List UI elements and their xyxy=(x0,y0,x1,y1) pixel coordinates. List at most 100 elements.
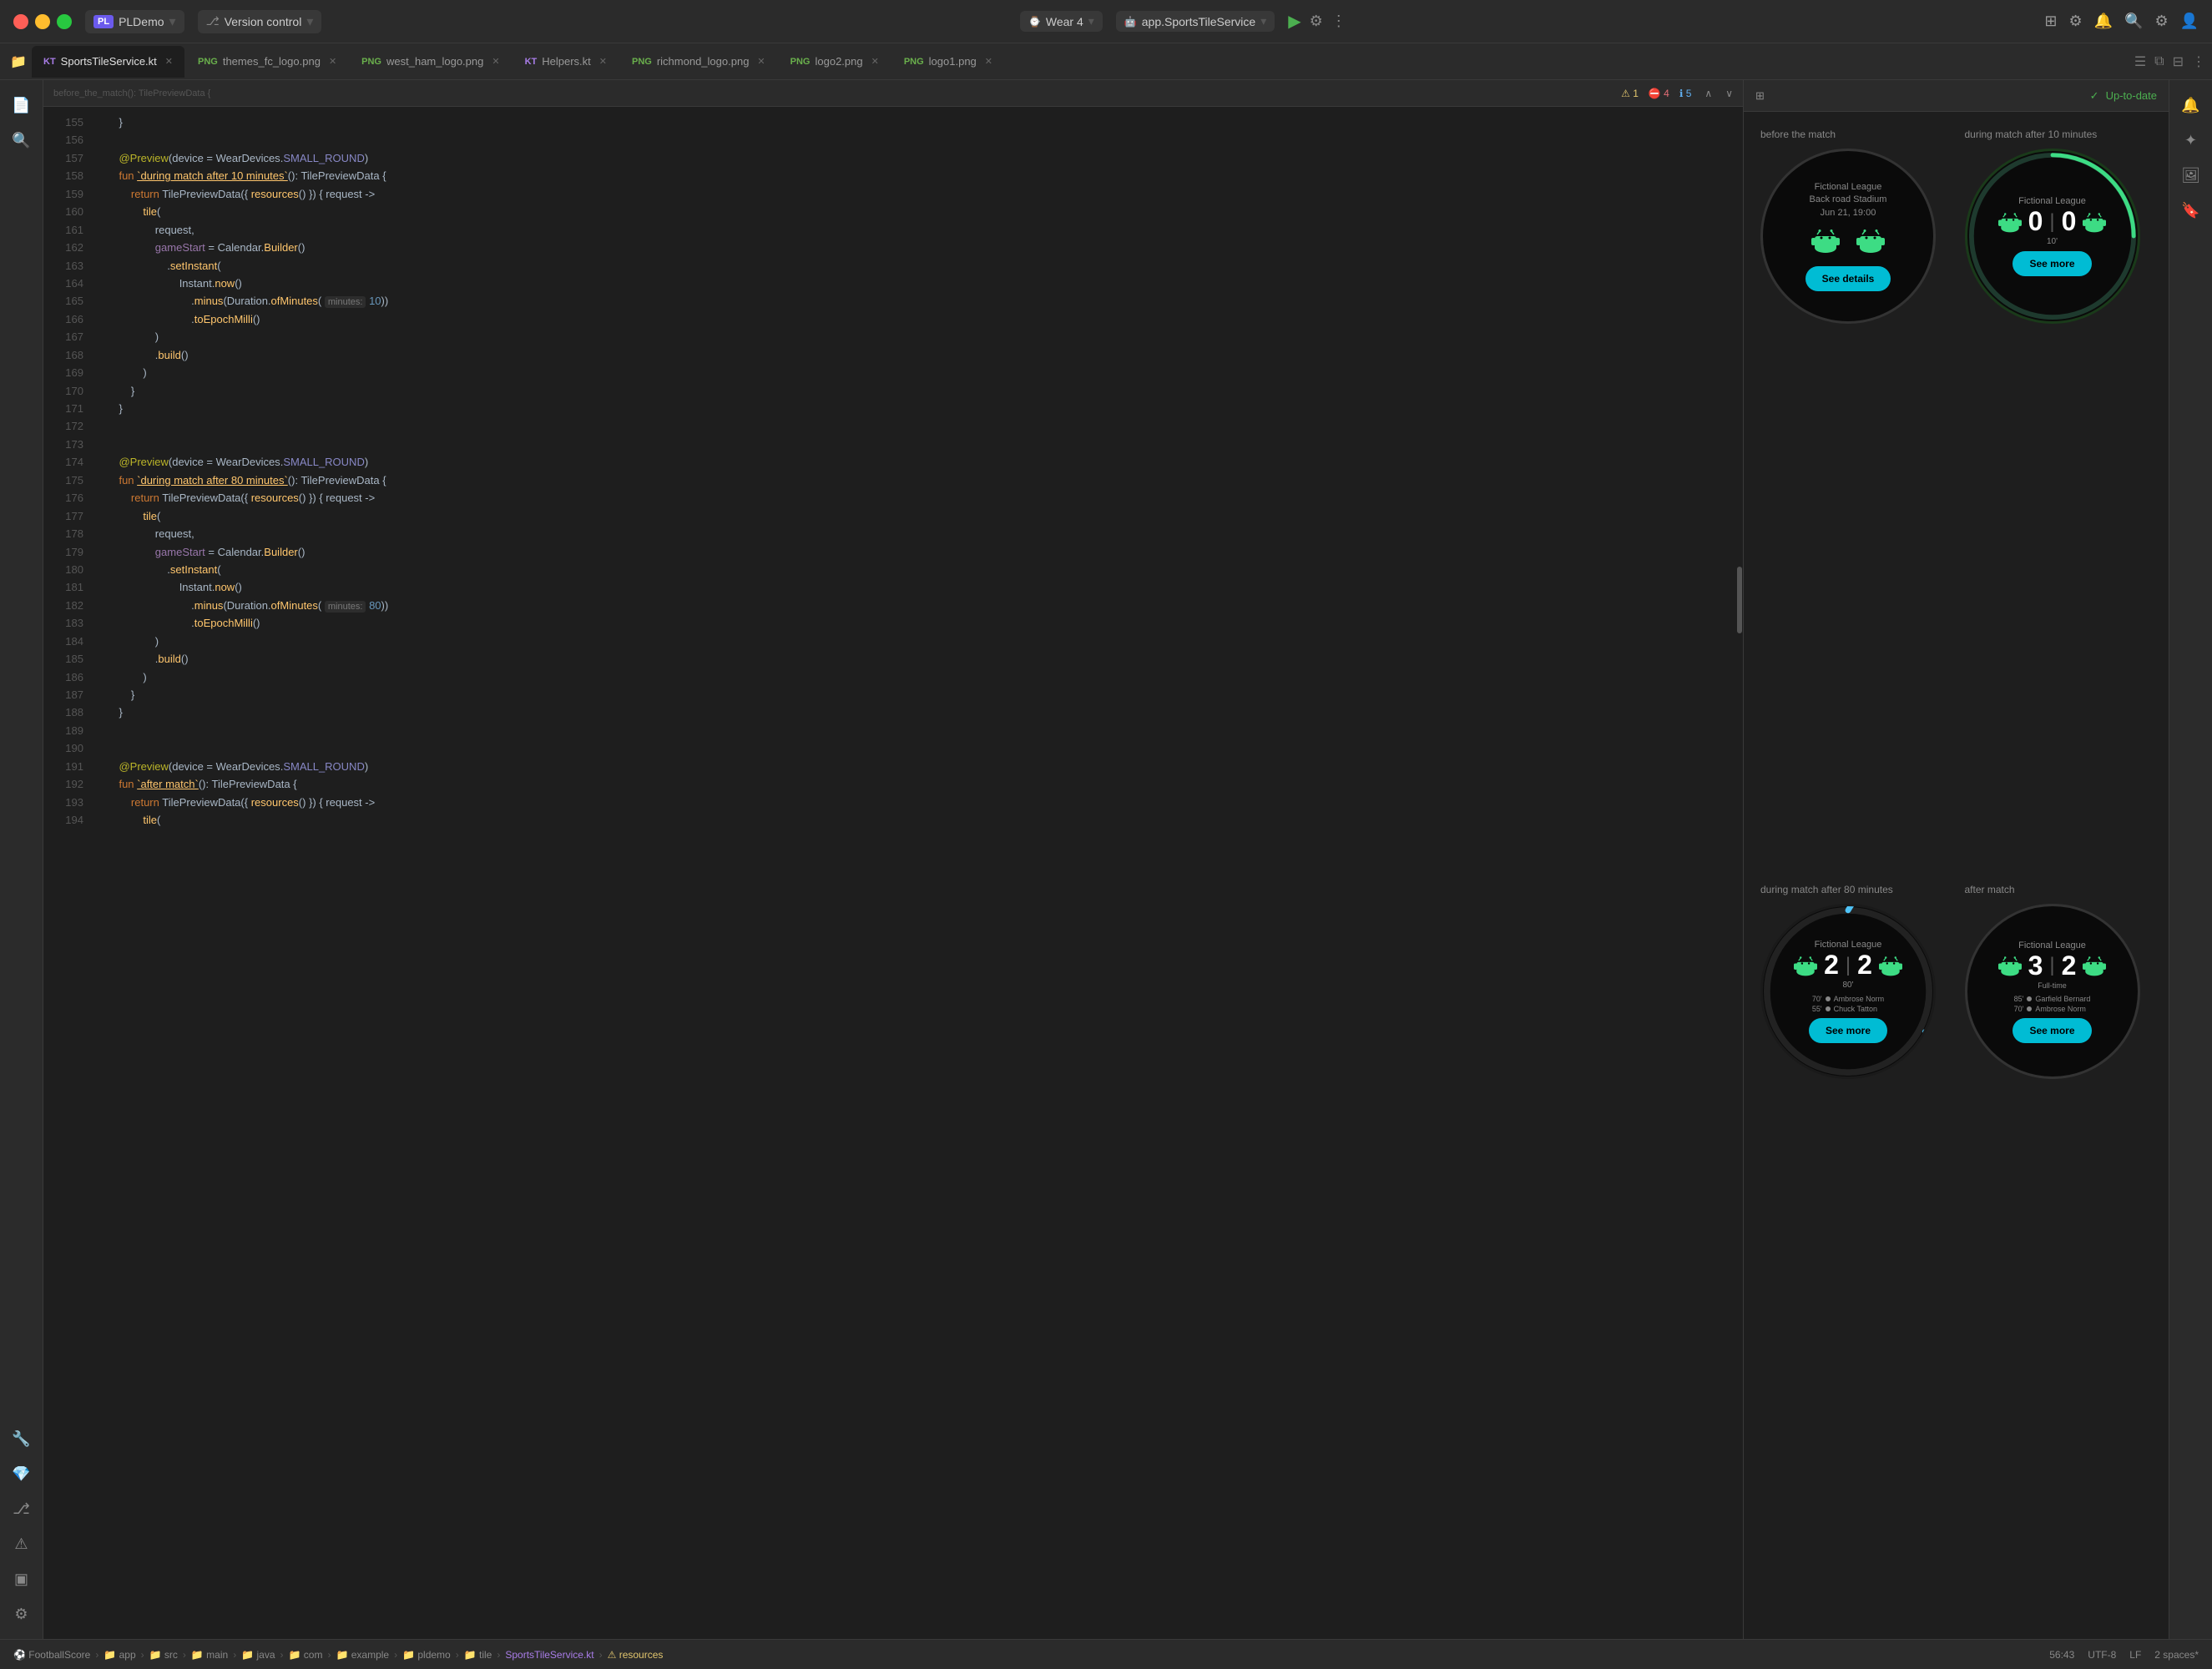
path-sep-10: › xyxy=(599,1649,603,1661)
version-control-section[interactable]: ⎇ Version control ▾ xyxy=(198,10,322,33)
split-vertical-icon[interactable]: ⧉ xyxy=(2154,54,2164,69)
code-line-187: } xyxy=(107,686,1736,703)
file-tree-button[interactable]: 📁 xyxy=(7,50,30,73)
unfold-icon[interactable]: ∨ xyxy=(1725,88,1733,99)
app-chevron-icon: ▾ xyxy=(169,13,176,30)
watch-league-80: Fictional League xyxy=(1815,940,1882,950)
scorer-row-after-2: 70' Ambrose Norm xyxy=(2014,1005,2091,1013)
plugins-icon[interactable]: ⚙ xyxy=(2068,13,2082,30)
run-controls: ▶ ⚙ ⋮ xyxy=(1288,11,1346,32)
app-name: PLDemo xyxy=(119,15,164,28)
code-line-167: ) xyxy=(107,328,1736,345)
scrollbar[interactable] xyxy=(1736,107,1743,1639)
scrollbar-thumb[interactable] xyxy=(1737,567,1742,633)
tab-close-icon[interactable]: ✕ xyxy=(165,56,173,67)
right-sidebar-notifications-icon[interactable]: 🔔 xyxy=(2176,90,2206,120)
toolbar-icon[interactable]: ⊞ xyxy=(2044,13,2057,30)
split-horizontal-icon[interactable]: ⊟ xyxy=(2173,53,2184,70)
see-more-button-after[interactable]: See more xyxy=(2013,1018,2091,1043)
tab-close-icon-3[interactable]: ✕ xyxy=(492,56,499,67)
code-line-179: gameStart = Calendar.Builder() xyxy=(107,543,1736,561)
watch-minute-10: 10' xyxy=(2047,237,2058,246)
more-options-button[interactable]: ⋮ xyxy=(1331,13,1346,30)
wear-selector[interactable]: ⌚ Wear 4 ▾ xyxy=(1020,11,1103,32)
maximize-button[interactable] xyxy=(57,14,72,29)
tab-close-icon-2[interactable]: ✕ xyxy=(329,56,336,67)
info-badge: ℹ 5 xyxy=(1679,88,1692,99)
path-main: 📁 main xyxy=(191,1649,228,1661)
code-line-180: .setInstant( xyxy=(107,561,1736,578)
code-line-162: gameStart = Calendar.Builder() xyxy=(107,239,1736,256)
notifications-icon[interactable]: 🔔 xyxy=(2094,13,2113,30)
preview-grid: before the match Fictional League Back r… xyxy=(1744,112,2169,1639)
tab-list-icon[interactable]: ☰ xyxy=(2134,53,2146,70)
right-sidebar-preview-icon[interactable]: 🖼 xyxy=(2176,160,2206,190)
code-area: 155156157158159 160161162163164 16516616… xyxy=(43,107,1743,1639)
tab-west-ham-logo[interactable]: PNG west_ham_logo.png ✕ xyxy=(350,46,511,78)
sidebar-warning-icon[interactable]: ⚠ xyxy=(7,1529,37,1559)
tab-logo1[interactable]: PNG logo1.png ✕ xyxy=(892,46,1004,78)
code-line-186: ) xyxy=(107,668,1736,686)
code-line-165: .minus(Duration.ofMinutes( minutes: 10)) xyxy=(107,292,1736,310)
code-line-169: ) xyxy=(107,364,1736,381)
sidebar-git-icon[interactable]: ⎇ xyxy=(7,1494,37,1524)
score-div-after: | xyxy=(2049,954,2054,977)
path-example: 📁 example xyxy=(336,1649,389,1661)
tab-close-icon-6[interactable]: ✕ xyxy=(871,56,879,67)
version-chevron-icon: ▾ xyxy=(306,13,313,30)
tab-themes-fc-logo[interactable]: PNG themes_fc_logo.png ✕ xyxy=(186,46,348,78)
score-home-10: 0 xyxy=(2028,206,2043,237)
titlebar-right: ⊞ ⚙ 🔔 🔍 ⚙ 👤 xyxy=(2044,13,2199,30)
debug-button[interactable]: ⚙ xyxy=(1310,13,1323,30)
sidebar-terminal-icon[interactable]: ▣ xyxy=(7,1564,37,1594)
tab-close-icon-7[interactable]: ✕ xyxy=(985,56,992,67)
android-icon-10-right xyxy=(2083,210,2106,234)
tab-logo2[interactable]: PNG logo2.png ✕ xyxy=(779,46,891,78)
png-icon-4: PNG xyxy=(790,57,811,67)
path-resources: ⚠ resources xyxy=(608,1649,664,1661)
code-line-156 xyxy=(107,131,1736,149)
path-sep-3: › xyxy=(183,1649,186,1661)
minimize-button[interactable] xyxy=(35,14,50,29)
run-button[interactable]: ▶ xyxy=(1288,11,1300,32)
watch-minute-80: 80' xyxy=(1842,981,1853,990)
right-sidebar-ai-icon[interactable]: ✦ xyxy=(2176,125,2206,155)
tab-richmond-logo[interactable]: PNG richmond_logo.png ✕ xyxy=(620,46,777,78)
path-src: 📁 src xyxy=(149,1649,178,1661)
scorer-row-after-1: 85' Garfield Bernard xyxy=(2014,995,2091,1003)
account-icon[interactable]: 👤 xyxy=(2180,13,2199,30)
see-details-button[interactable]: See details xyxy=(1805,266,1891,291)
tab-close-icon-5[interactable]: ✕ xyxy=(757,56,765,67)
sidebar-search-icon[interactable]: 🔍 xyxy=(7,125,37,155)
search-icon[interactable]: 🔍 xyxy=(2124,13,2143,30)
service-selector[interactable]: 🤖 app.SportsTileService ▾ xyxy=(1116,11,1275,32)
goal-dot-80-2 xyxy=(1826,1006,1831,1011)
settings-icon[interactable]: ⚙ xyxy=(2154,13,2168,30)
left-sidebar: 📄 🔍 🔧 💎 ⎇ ⚠ ▣ ⚙ xyxy=(0,80,43,1639)
path-sep-5: › xyxy=(280,1649,284,1661)
sidebar-file-icon[interactable]: 📄 xyxy=(7,90,37,120)
sidebar-tool-icon[interactable]: 🔧 xyxy=(7,1424,37,1454)
code-line-181: Instant.now() xyxy=(107,578,1736,596)
sidebar-design-icon[interactable]: 💎 xyxy=(7,1459,37,1489)
code-line-159: return TilePreviewData({ resources() }) … xyxy=(107,185,1736,203)
tab-close-icon-4[interactable]: ✕ xyxy=(599,56,607,67)
right-sidebar-bookmark-icon[interactable]: 🔖 xyxy=(2176,195,2206,225)
path-football-score: ⚽ FootballScore xyxy=(13,1649,90,1661)
code-line-177: tile( xyxy=(107,507,1736,525)
path-sep-4: › xyxy=(233,1649,236,1661)
fold-icon[interactable]: ∧ xyxy=(1704,88,1712,99)
tab-helpers[interactable]: KT Helpers.kt ✕ xyxy=(513,46,619,78)
sidebar-settings-icon[interactable]: ⚙ xyxy=(7,1599,37,1629)
tab-sports-tile-service[interactable]: KT SportsTileService.kt ✕ xyxy=(32,46,184,78)
preview-toolbar-right: ✓ Up-to-date xyxy=(2090,89,2157,103)
watch-face-during10: Fictional League xyxy=(1965,149,2140,324)
statusbar-path: ⚽ FootballScore › 📁 app › 📁 src › 📁 main… xyxy=(13,1649,2039,1661)
close-button[interactable] xyxy=(13,14,28,29)
status-position: 56:43 xyxy=(2049,1649,2074,1661)
app-name-section[interactable]: PL PLDemo ▾ xyxy=(85,10,184,33)
code-line-183: .toEpochMilli() xyxy=(107,614,1736,632)
preview-toolbar: ⊞ ✓ Up-to-date xyxy=(1744,80,2169,112)
tab-more-icon[interactable]: ⋮ xyxy=(2192,53,2205,70)
preview-grid-icon[interactable]: ⊞ xyxy=(1755,89,1765,103)
